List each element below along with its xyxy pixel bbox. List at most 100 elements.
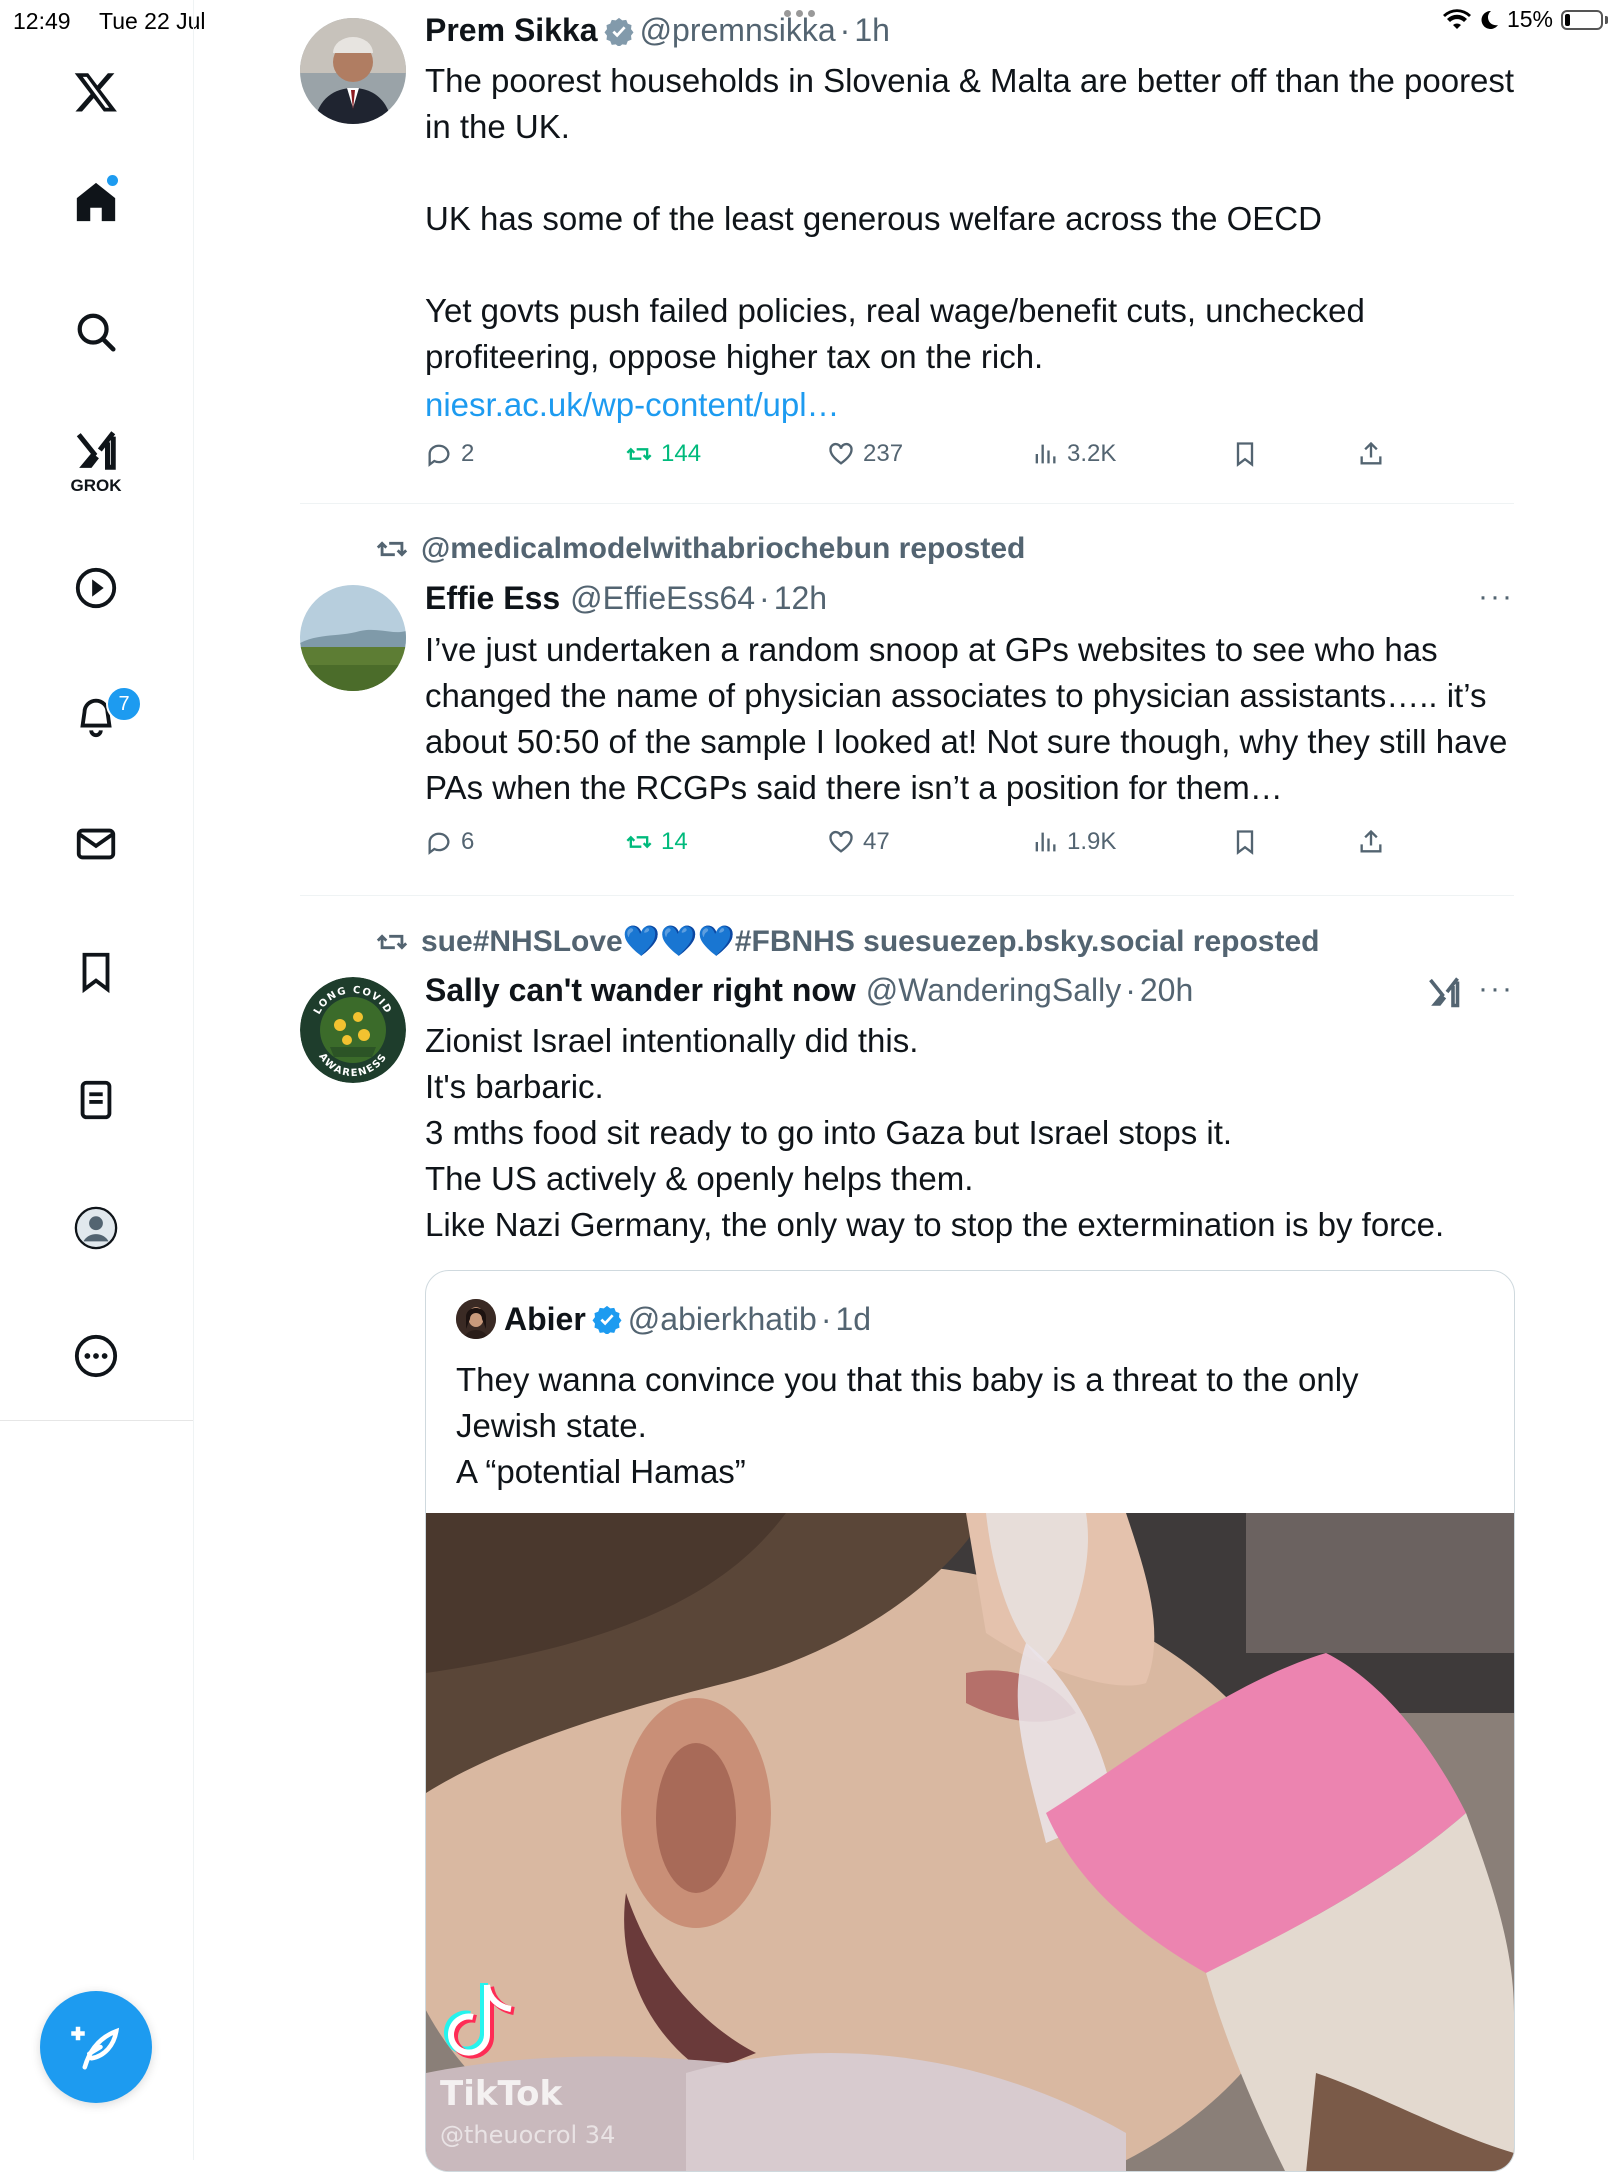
reply-count: 2 (461, 440, 475, 467)
separator-dot: · (1125, 972, 1136, 1008)
views-icon (1035, 444, 1056, 464)
like-count: 47 (863, 828, 890, 855)
reposted-by-text: @medicalmodelwithabriochebun reposted (421, 532, 1026, 565)
post-time[interactable]: 12h (774, 580, 827, 617)
repost-count: 14 (661, 828, 688, 855)
bookmark-button[interactable] (1231, 440, 1259, 468)
post-3-header: Sally can't wander right now @WanderingS… (425, 972, 1193, 1009)
like-button[interactable]: 47 (827, 828, 890, 856)
post-1-link[interactable]: niesr.ac.uk/wp-content/upl… (425, 382, 1515, 428)
search-icon[interactable] (66, 302, 126, 362)
quoted-author-name[interactable]: Abier (504, 1301, 586, 1338)
separator-dot: · (759, 580, 770, 616)
compose-button[interactable] (40, 1991, 152, 2103)
tiktok-watermark: TikTok (440, 2074, 563, 2114)
battery-percent: 15% (1506, 6, 1553, 32)
views-icon (1035, 832, 1056, 852)
repost-button[interactable]: 144 (625, 440, 701, 468)
status-indicators: 15% (1442, 6, 1608, 33)
avatar-abier[interactable] (456, 1299, 496, 1339)
repost-icon (626, 835, 652, 849)
post-2-text: I’ve just undertaken a random snoop at G… (425, 631, 1517, 806)
compose-feather-icon (71, 2026, 120, 2070)
grok-explain-icon[interactable] (1426, 974, 1462, 1015)
bookmarks-icon[interactable] (66, 942, 126, 1002)
quoted-post[interactable]: Abier @abierkhatib · 1d They wanna convi… (425, 1270, 1515, 2172)
quoted-post-time: 1d (835, 1300, 872, 1337)
sidebar-divider (0, 1420, 193, 1421)
more-icon[interactable] (66, 1326, 126, 1386)
author-name[interactable]: Prem Sikka (425, 12, 598, 49)
moon-icon (1481, 10, 1498, 29)
post-1-text: The poorest households in Slovenia & Mal… (425, 62, 1515, 375)
author-handle[interactable]: @WanderingSally (866, 972, 1121, 1009)
repost-icon (376, 541, 408, 557)
verified-badge-icon (604, 17, 634, 46)
verified-badge-icon (592, 1305, 622, 1334)
bookmark-icon (1236, 830, 1254, 855)
x-logo-icon[interactable] (66, 62, 126, 122)
avatar-prem-sikka[interactable] (300, 18, 406, 124)
reply-button[interactable]: 6 (425, 828, 474, 856)
blue-hearts-emoji: 💙💙💙 (622, 925, 735, 958)
author-name[interactable]: Sally can't wander right now (425, 972, 856, 1009)
quoted-author-handle[interactable]: @abierkhatib (628, 1301, 817, 1338)
heart-icon (829, 442, 853, 465)
post-1-actions: 2 144 237 3.2K (425, 440, 1425, 480)
grok-label: GROK (70, 476, 122, 495)
profile-icon[interactable] (66, 1198, 126, 1258)
avatar-sally[interactable]: LONG COVID AWARENESS (300, 977, 406, 1083)
quoted-post-video[interactable]: TikTok @theuocrol 34 (426, 1513, 1514, 2171)
repost-icon (376, 933, 408, 950)
views-count: 3.2K (1067, 440, 1117, 467)
share-button[interactable] (1357, 440, 1385, 468)
post-1-header: Prem Sikka @premnsikka · 1h (425, 12, 890, 49)
share-icon (1360, 829, 1382, 853)
bookmark-button[interactable] (1231, 828, 1259, 856)
like-count: 237 (863, 440, 904, 467)
post-divider (300, 503, 1514, 504)
messages-icon[interactable] (66, 814, 126, 874)
wifi-icon (1442, 8, 1471, 29)
share-icon (1360, 441, 1382, 465)
lists-icon[interactable] (66, 1070, 126, 1130)
repost-icon (626, 447, 652, 461)
repost-count: 144 (661, 440, 702, 467)
post-3-more-icon[interactable]: ··· (1478, 972, 1514, 1006)
reply-count: 6 (461, 828, 475, 855)
tiktok-watermark-handle: @theuocrol 34 (440, 2121, 615, 2149)
reply-icon (428, 444, 450, 467)
separator-dot: · (820, 1300, 832, 1337)
views-button[interactable]: 1.9K (1031, 828, 1116, 856)
battery-icon (1561, 9, 1603, 30)
quoted-post-header: Abier @abierkhatib · 1d (456, 1299, 871, 1339)
reposted-by-text: sue#NHSLove💙💙💙#FBNHS suesuezep.bsky.soci… (421, 925, 1320, 958)
sidebar: GROK 7 (0, 0, 194, 2160)
quoted-post-text: They wanna convince you that this baby i… (456, 1361, 1359, 1490)
views-count: 1.9K (1067, 828, 1117, 855)
share-button[interactable] (1357, 828, 1385, 856)
grok-icon[interactable] (66, 420, 126, 480)
post-time[interactable]: 1h (854, 12, 890, 49)
post-2-repost-banner[interactable]: @medicalmodelwithabriochebun reposted (375, 532, 1025, 566)
reply-icon (428, 832, 450, 855)
post-2-more-icon[interactable]: ··· (1478, 580, 1514, 614)
repost-button[interactable]: 14 (625, 828, 688, 856)
author-handle[interactable]: @EffieEss64 (570, 580, 755, 617)
views-button[interactable]: 3.2K (1031, 440, 1116, 468)
video-icon[interactable] (66, 558, 126, 618)
post-divider (300, 895, 1514, 896)
author-handle[interactable]: @premnsikka (640, 12, 836, 49)
avatar-effie-ess[interactable] (300, 585, 406, 691)
reply-button[interactable]: 2 (425, 440, 474, 468)
like-button[interactable]: 237 (827, 440, 903, 468)
post-3-text: Zionist Israel intentionally did this. I… (425, 1022, 1445, 1243)
post-2-actions: 6 14 47 1.9K (425, 828, 1425, 868)
post-time[interactable]: 20h (1140, 972, 1193, 1009)
bookmark-icon (1236, 442, 1254, 467)
post-3-repost-banner[interactable]: sue#NHSLove💙💙💙#FBNHS suesuezep.bsky.soci… (375, 924, 1319, 959)
notifications-badge: 7 (106, 686, 142, 722)
home-unread-dot (107, 175, 118, 186)
separator-dot: · (839, 12, 851, 48)
author-name[interactable]: Effie Ess (425, 580, 560, 617)
